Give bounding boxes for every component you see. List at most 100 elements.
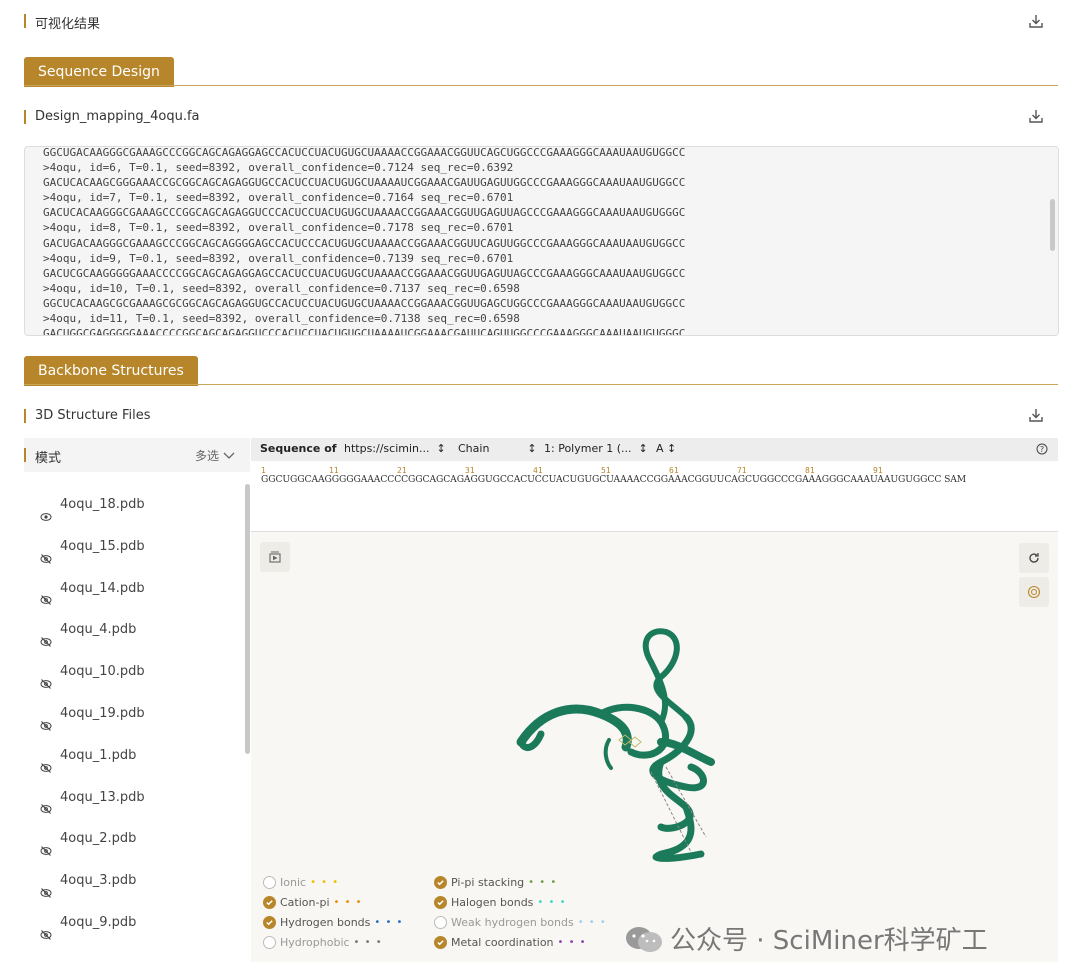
chevron-down-icon [223,452,235,459]
eye-icon[interactable] [40,499,52,521]
checkbox-checked-icon[interactable] [263,896,276,909]
legend-color-dots: • • • [557,937,587,948]
fasta-line: GACUGACAAGGGCGAAAGCCCGGCAGCAGGGGAGCCACUC… [43,236,686,250]
file-list-item[interactable]: 4oqu_14.pdb [40,568,240,610]
file-name: 4oqu_4.pdb [60,622,137,638]
file-name: 4oqu_2.pdb [60,831,137,847]
fasta-content: GGCUGACAAGGGCGAAAGCCCGGCAGCAGAGGAGCCACUC… [25,146,1058,336]
legend-color-dots: • • • [374,917,404,928]
fasta-line: >4oqu, id=10, T=0.1, seed=8392, overall_… [43,281,520,295]
file-list-item[interactable]: 4oqu_1.pdb [40,735,240,777]
file-list-item[interactable]: 4oqu_9.pdb [40,902,240,944]
eye-off-icon[interactable] [40,875,52,898]
fasta-line: GACUCACAAGGGCGAAAGCCCGGCAGCAGAGGUCCCACUC… [43,206,686,220]
legend-item[interactable]: Pi-pi stacking • • • [434,876,557,889]
legend-label: Hydrophobic [280,936,350,949]
checkbox-checked-icon[interactable] [434,876,447,889]
eye-off-icon[interactable] [40,582,52,606]
backbone-structures-banner: Backbone Structures [24,356,198,386]
wechat-icon [626,926,662,952]
multi-select-toggle[interactable]: 多选 [195,447,235,464]
legend-item[interactable]: Cation-pi • • • [263,896,363,909]
fasta-text-box[interactable]: GGCUGACAAGGGCGAAAGCCCGGCAGCAGAGGAGCCACUC… [24,146,1059,336]
fasta-line: GGCUGACAAGGGCGAAAGCCCGGCAGCAGAGGAGCCACUC… [43,146,686,159]
legend-item[interactable]: Halogen bonds • • • [434,896,566,909]
banner-divider [24,85,1058,86]
watermark: 公众号 · SciMiner科学矿工 [624,920,988,957]
fasta-line: >4oqu, id=11, T=0.1, seed=8392, overall_… [43,312,520,326]
fasta-line: >4oqu, id=6, T=0.1, seed=8392, overall_c… [43,161,514,175]
eye-off-icon[interactable] [40,833,52,857]
file-name: 4oqu_13.pdb [60,789,145,805]
structure-source-select[interactable]: https://scimin... ↕ [344,438,446,460]
chain-id-select[interactable]: A ↕ [656,438,676,460]
help-icon[interactable]: ? [1036,438,1048,463]
fasta-line: >4oqu, id=9, T=0.1, seed=8392, overall_c… [43,251,514,265]
file-list-item[interactable]: 4oqu_2.pdb [40,818,240,860]
interaction-legend: Ionic • • • Cation-pi • • • Hydrogen bonds • … [251,532,1058,962]
legend-item[interactable]: Weak hydrogen bonds • • • [434,916,607,929]
legend-color-dots: • • • [537,897,567,908]
fasta-file-title: Design_mapping_4oqu.fa [35,109,200,124]
sequence-of-label: Sequence of [260,442,337,455]
file-name: 4oqu_10.pdb [60,664,145,680]
watermark-text: 公众号 · SciMiner科学矿工 [670,926,988,956]
legend-label: Cation-pi [280,896,330,909]
file-name: 4oqu_15.pdb [60,538,145,554]
legend-item[interactable]: Hydrogen bonds • • • [263,916,403,929]
checkbox-checked-icon[interactable] [434,896,447,909]
legend-color-dots: • • • [577,917,607,928]
eye-off-icon[interactable] [40,750,52,773]
legend-color-dots: • • • [333,897,363,908]
file-name: 4oqu_18.pdb [60,497,145,512]
structure-files-title: 3D Structure Files [35,408,151,423]
sequence-toolbar: Sequence of https://scimin... ↕ Chain ↕ 1… [251,438,1058,461]
legend-item[interactable]: Hydrophobic • • • [263,936,383,949]
chain-select[interactable]: Chain ↕ [458,438,537,460]
page-title: 可视化结果 [35,17,101,32]
checkbox-unchecked-icon[interactable] [263,936,276,949]
scrollbar-thumb[interactable] [1050,199,1055,251]
checkbox-unchecked-icon[interactable] [263,876,276,889]
file-name: 4oqu_9.pdb [60,914,137,930]
svg-text:?: ? [1040,445,1044,454]
file-list-item[interactable]: 4oqu_18.pdb [40,484,240,526]
checkbox-unchecked-icon[interactable] [434,916,447,929]
legend-item[interactable]: Ionic • • • [263,876,339,889]
file-list-item[interactable]: 4oqu_15.pdb [40,526,240,568]
eye-off-icon[interactable] [40,917,52,940]
file-list-item[interactable]: 4oqu_19.pdb [40,693,240,735]
fasta-line: GACUGGCGAGGGGGAAACCCCGGCAGCAGAGGUCCCACUC… [43,327,686,336]
eye-off-icon[interactable] [40,708,52,731]
eye-off-icon[interactable] [40,791,52,815]
file-name: 4oqu_19.pdb [60,705,145,721]
file-list-item[interactable]: 4oqu_3.pdb [40,860,240,902]
file-list-item[interactable]: 4oqu_4.pdb [40,609,240,651]
section-marker [24,14,26,28]
file-list-scrollbar[interactable] [245,484,250,754]
legend-color-dots: • • • [353,937,383,948]
download-icon[interactable] [1028,407,1044,427]
fasta-line: >4oqu, id=8, T=0.1, seed=8392, overall_c… [43,221,514,235]
section-marker [24,110,26,124]
legend-item[interactable]: Metal coordination • • • [434,936,587,949]
file-list-item[interactable]: 4oqu_13.pdb [40,777,240,819]
structure-viewer[interactable]: Ionic • • • Cation-pi • • • Hydrogen bonds • … [251,532,1058,962]
polymer-select[interactable]: 1: Polymer 1 (... ↕ [544,438,648,460]
eye-off-icon[interactable] [40,541,52,564]
file-list-item[interactable]: 4oqu_10.pdb [40,651,240,693]
eye-off-icon[interactable] [40,666,52,689]
banner-divider [24,384,1058,385]
legend-label: Halogen bonds [451,896,534,909]
legend-label: Metal coordination [451,936,554,949]
file-name: 4oqu_1.pdb [60,747,137,763]
multi-select-label: 多选 [195,449,220,463]
download-icon[interactable] [1028,13,1044,33]
legend-label: Hydrogen bonds [280,916,371,929]
checkbox-checked-icon[interactable] [263,916,276,929]
checkbox-checked-icon[interactable] [434,936,447,949]
eye-off-icon[interactable] [40,624,52,648]
download-icon[interactable] [1028,108,1044,128]
sequence-text[interactable]: GGCUGGCAAGGGGGAAACCCCGGCAGCAGAGGUGCCACUC… [261,474,966,485]
fasta-line: GACUCGCAAGGGGGAAACCCCGGCAGCAGAGGAGCCACUC… [43,266,686,280]
